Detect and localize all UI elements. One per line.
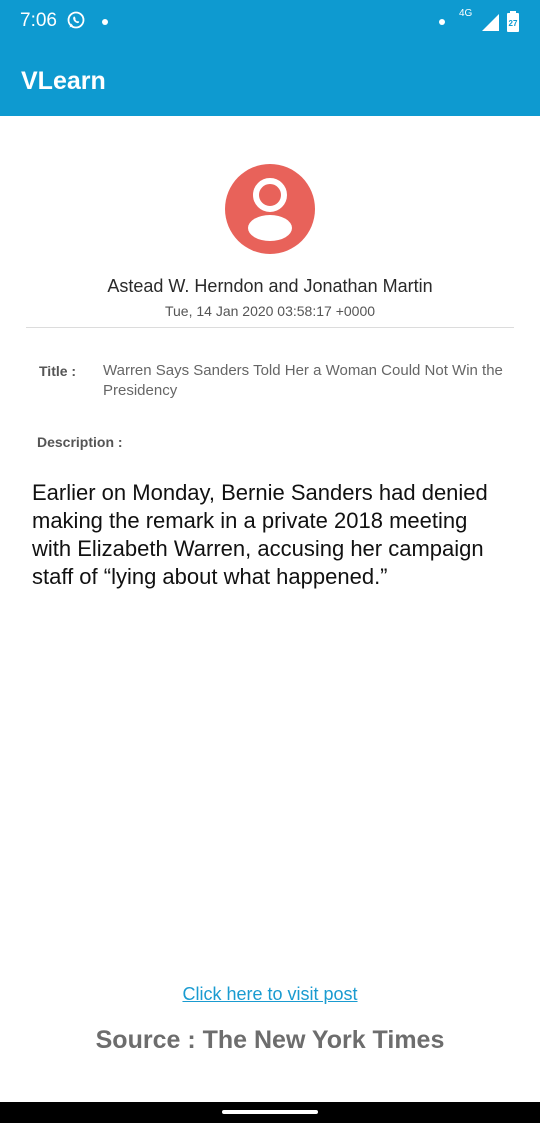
navigation-bar <box>0 1102 540 1123</box>
signal-icon <box>482 14 499 31</box>
app-title: VLearn <box>21 67 106 95</box>
description-label: Description : <box>37 434 123 450</box>
divider <box>26 327 514 328</box>
status-bar: 7:06 4G 27 <box>0 0 540 44</box>
article-title: Warren Says Sanders Told Her a Woman Cou… <box>103 362 503 399</box>
app-bar: VLearn <box>0 44 540 116</box>
home-gesture-handle[interactable] <box>222 1110 318 1114</box>
source-label: Source : The New York Times <box>95 1026 445 1054</box>
status-time: 7:06 <box>20 10 57 31</box>
notification-dot-icon <box>439 19 445 25</box>
article-author: Astead W. Herndon and Jonathan Martin <box>107 276 433 296</box>
visit-post-link[interactable]: Click here to visit post <box>0 984 540 1005</box>
battery-level: 27 <box>509 19 518 28</box>
notification-dot-icon <box>102 19 108 25</box>
article-date: Tue, 14 Jan 2020 03:58:17 +0000 <box>164 303 376 319</box>
battery-icon: 27 <box>507 11 519 32</box>
person-icon <box>225 164 315 254</box>
whatsapp-icon <box>67 11 85 29</box>
network-type: 4G <box>459 8 473 19</box>
article-description: Earlier on Monday, Bernie Sanders had de… <box>32 480 488 589</box>
title-label: Title : <box>39 363 77 379</box>
